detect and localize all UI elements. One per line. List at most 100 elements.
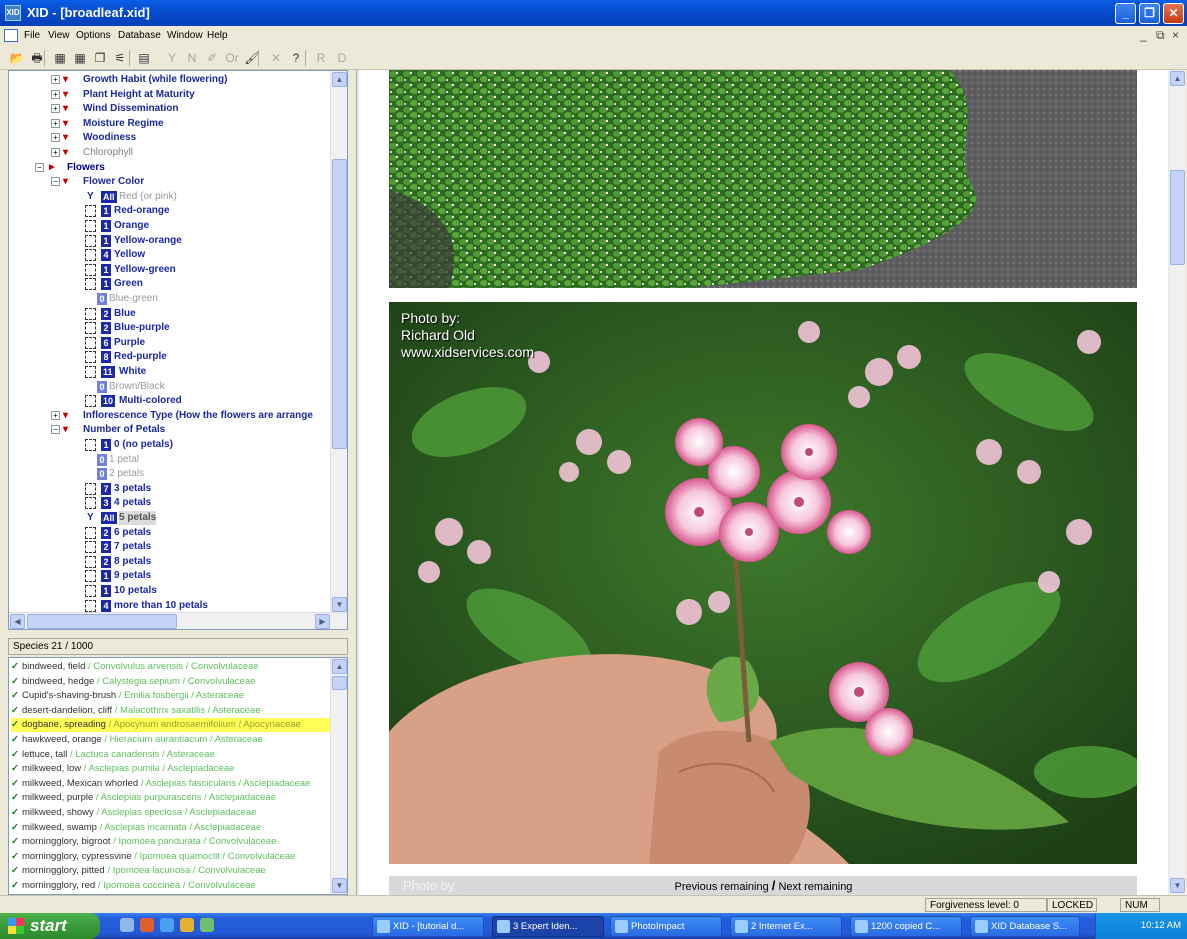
state-option[interactable]: 6 Purple	[83, 336, 333, 350]
state-checkbox[interactable]	[85, 278, 96, 291]
tree-section-flowers[interactable]: − ► Flowers	[35, 161, 325, 175]
tree-group-row[interactable]: + ▾ Moisture Regime	[51, 117, 331, 131]
species-list-item[interactable]: ✓ bindweed, hedge / Calystegia sepium / C…	[11, 675, 331, 689]
state-checkbox[interactable]	[85, 439, 96, 451]
species-list-item[interactable]: ✓ milkweed, low / Asclepias pumila / Ascl…	[11, 762, 331, 776]
state-option[interactable]: 19 petals	[83, 569, 333, 583]
mdi-minimize-button[interactable]: _	[1140, 28, 1147, 42]
species-list-item[interactable]: ✓ dogbane, spreading / Apocynum androsaem…	[11, 718, 331, 733]
state-checkbox[interactable]	[85, 497, 96, 510]
open-folder-icon[interactable]: 📂	[8, 49, 26, 67]
menu-help[interactable]: Help	[207, 30, 228, 41]
quicklaunch-app-icon[interactable]	[200, 918, 214, 932]
image-scrollbar[interactable]: ▲ ▼	[1169, 70, 1186, 895]
state-checkbox[interactable]	[85, 366, 96, 378]
state-checkbox[interactable]	[85, 526, 96, 539]
state-option[interactable]: 10 Multi-colored	[83, 394, 333, 408]
state-option[interactable]: 1 Green	[83, 277, 333, 291]
species-list-item[interactable]: ✓ lettuce, tall / Lactuca canadensis / As…	[11, 748, 331, 762]
species-list-item[interactable]: ✓ morningglory, pitted / Ipomoea lacunosa…	[11, 864, 331, 878]
state-checkbox[interactable]	[85, 220, 96, 232]
state-checkbox[interactable]	[85, 234, 96, 247]
expand-icon[interactable]: +	[51, 104, 60, 114]
expand-icon[interactable]: +	[51, 89, 60, 99]
state-checkbox[interactable]	[85, 555, 96, 568]
species-list-item[interactable]: ✓ Cupid's-shaving-brush / Emilia fosbergi…	[11, 689, 331, 703]
collapse-icon[interactable]: −	[35, 162, 44, 172]
expand-icon[interactable]: +	[51, 133, 60, 143]
taskbar-button[interactable]: XID - [tutorial d...	[372, 916, 484, 937]
state-option[interactable]: 10 (no petals)	[83, 438, 333, 452]
species-list-item[interactable]: ✓ bindweed, field / Convolvulus arvensis …	[11, 660, 331, 674]
grid-icon[interactable]: ▦	[51, 49, 69, 67]
mdi-close-button[interactable]: ×	[1172, 28, 1179, 42]
taskbar-button[interactable]: 3 Expert Iden...	[492, 916, 604, 937]
taskbar-button[interactable]: PhotoImpact	[610, 916, 722, 937]
taskbar-button[interactable]: 1200 copied C...	[850, 916, 962, 937]
state-option[interactable]: 4 more than 10 petals	[83, 599, 333, 613]
menu-file[interactable]: File	[24, 30, 40, 41]
state-option[interactable]: 73 petals	[83, 482, 333, 496]
state-option[interactable]: Y All Red (or pink)	[83, 190, 333, 204]
document-icon[interactable]	[4, 29, 18, 42]
state-option[interactable]: 01 petal	[83, 453, 333, 467]
quicklaunch-media-icon[interactable]	[140, 918, 154, 932]
state-checkbox[interactable]	[85, 541, 96, 554]
scroll-up-icon[interactable]: ▲	[332, 659, 347, 674]
collapse-icon[interactable]: −	[51, 177, 60, 187]
expand-icon[interactable]: +	[51, 410, 60, 420]
species-list-item[interactable]: ✓ milkweed, Mexican whorled / Asclepias f…	[11, 777, 331, 791]
scroll-thumb[interactable]	[332, 676, 347, 690]
state-option[interactable]: 0 Brown/Black	[83, 380, 333, 394]
hscroll-thumb[interactable]	[27, 614, 177, 629]
quicklaunch-folder-icon[interactable]	[180, 918, 194, 932]
scroll-down-icon[interactable]: ▼	[332, 878, 347, 893]
title-bar[interactable]: XID XID - [broadleaf.xid] _ ❐ ✕	[0, 0, 1187, 26]
state-option[interactable]: 02 petals	[83, 467, 333, 481]
state-checkbox[interactable]	[85, 482, 96, 495]
state-option[interactable]: 2 Blue-purple	[83, 321, 333, 335]
tree-group-petals[interactable]: − ▾ Number of Petals	[51, 423, 331, 437]
quicklaunch-desktop-icon[interactable]	[120, 918, 134, 932]
species-scrollbar[interactable]: ▲ ▼	[330, 658, 347, 894]
state-option[interactable]: 4 Yellow	[83, 248, 333, 262]
state-checkbox[interactable]	[85, 395, 96, 408]
taskbar-button[interactable]: 2 Internet Ex...	[730, 916, 842, 937]
menu-window[interactable]: Window	[167, 30, 203, 41]
tree-vertical-scrollbar[interactable]: ▲ ▼	[330, 71, 347, 614]
filter-icon[interactable]: ⚟	[111, 49, 129, 67]
tree-horizontal-scrollbar[interactable]: ◀ ▶	[9, 612, 347, 629]
state-option[interactable]: 1 Orange	[83, 219, 333, 233]
state-option[interactable]: 0 Blue-green	[83, 292, 333, 306]
menu-view[interactable]: View	[48, 30, 70, 41]
scroll-left-icon[interactable]: ◀	[10, 614, 25, 629]
next-remaining-link[interactable]: Next remaining	[778, 881, 852, 893]
state-checkbox[interactable]	[85, 307, 96, 320]
previous-remaining-link[interactable]: Previous remaining	[675, 881, 769, 893]
species-list-item[interactable]: ✓ morningglory, red / Ipomoea coccinea / …	[11, 879, 331, 893]
species-list-item[interactable]: ✓ milkweed, swamp / Asclepias incarnata /…	[11, 821, 331, 835]
state-option[interactable]: 11 White	[83, 365, 333, 379]
scroll-down-icon[interactable]: ▼	[1170, 878, 1185, 893]
state-checkbox[interactable]	[85, 351, 96, 364]
species-list-item[interactable]: ✓ milkweed, purple / Asclepias purpurasce…	[11, 791, 331, 805]
scroll-thumb[interactable]	[1170, 170, 1185, 265]
state-checkbox[interactable]	[85, 336, 96, 349]
maximize-button[interactable]: ❐	[1139, 3, 1160, 24]
menu-database[interactable]: Database	[118, 30, 161, 41]
state-checkbox[interactable]	[85, 205, 96, 218]
state-option[interactable]: 1 Red-orange	[83, 204, 333, 218]
expand-icon[interactable]: +	[51, 118, 60, 128]
tree-group-row[interactable]: + ▾ Woodiness	[51, 131, 331, 145]
tree-icon[interactable]: ▤	[135, 49, 153, 67]
state-checkbox[interactable]	[85, 570, 96, 583]
species-list-item[interactable]: ✓ morningglory, bigroot / Ipomoea pandura…	[11, 835, 331, 849]
state-option[interactable]: 28 petals	[83, 555, 333, 569]
tree-group-row[interactable]: + ▾ Growth Habit (while flowering)	[51, 73, 331, 87]
close-button[interactable]: ✕	[1163, 3, 1184, 24]
help-icon[interactable]: ?	[287, 49, 305, 67]
collapse-icon[interactable]: −	[51, 425, 60, 435]
state-option[interactable]: 27 petals	[83, 540, 333, 554]
start-button[interactable]: start	[0, 913, 100, 939]
tree-group-flower-color[interactable]: − ▾ Flower Color	[51, 175, 331, 189]
